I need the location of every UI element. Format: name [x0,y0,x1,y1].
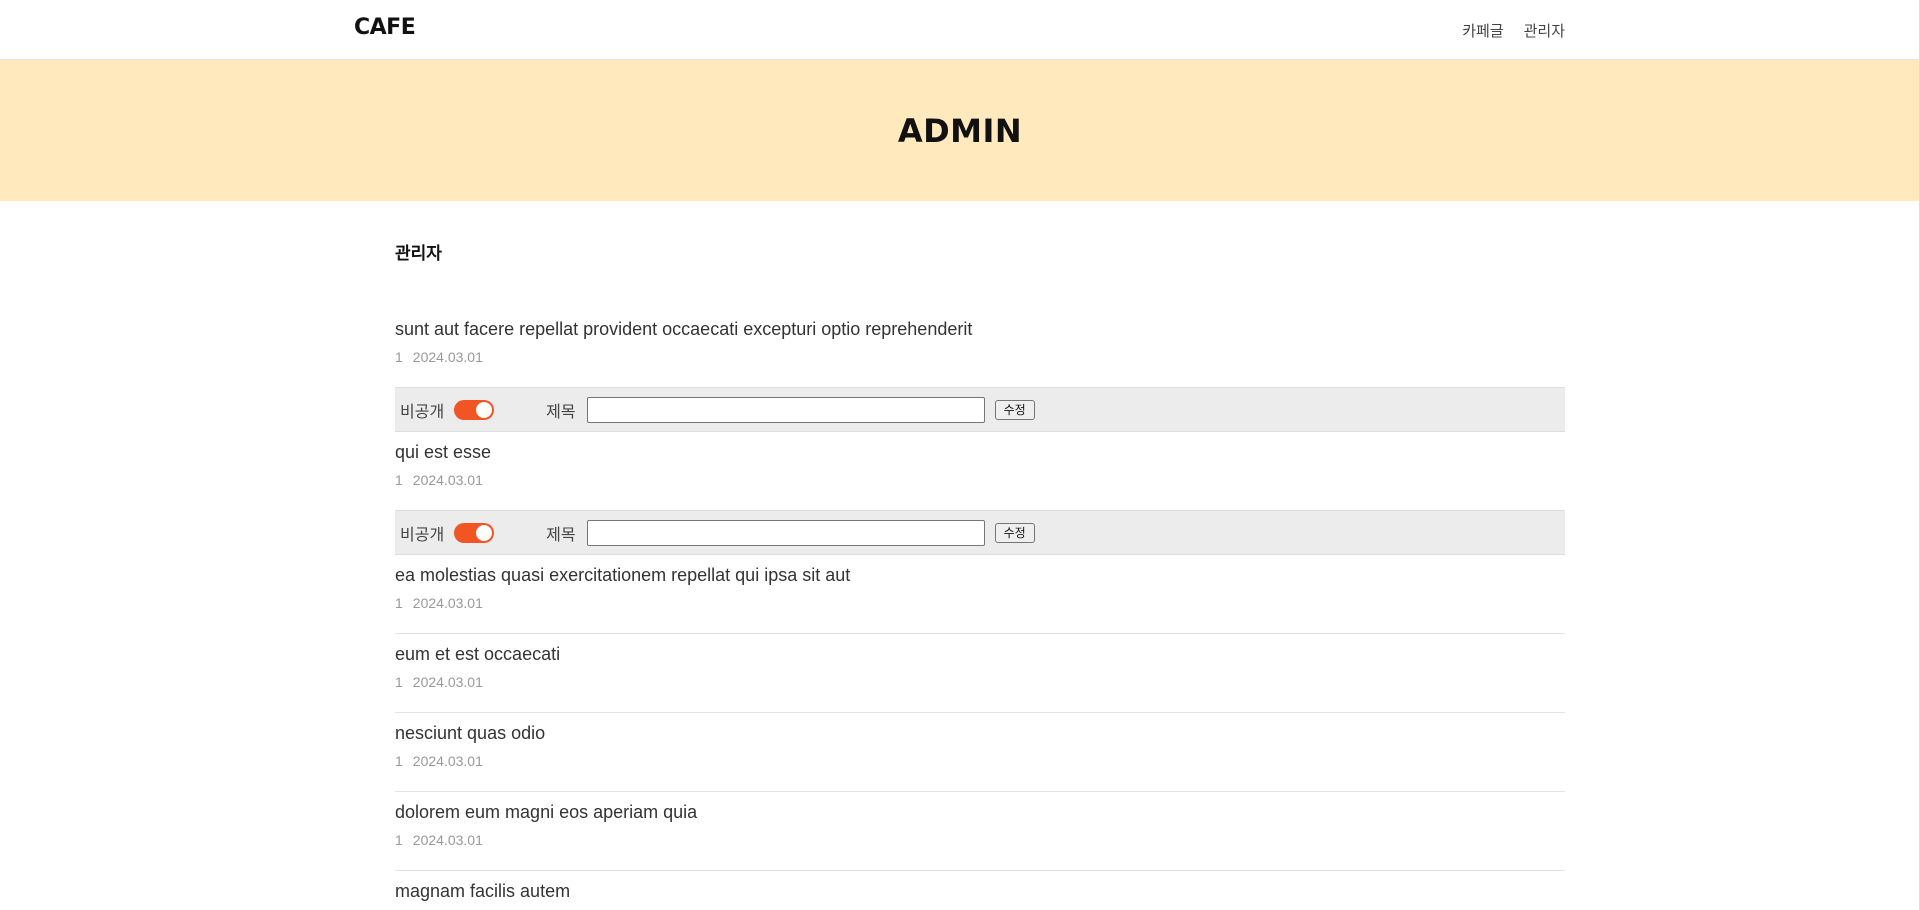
post-date: 2024.03.01 [412,674,483,690]
site-header: CAFE 카페글 관리자 [0,0,1920,60]
toggle-knob [476,401,493,418]
post-date: 2024.03.01 [412,753,483,769]
post-item[interactable]: eum et est occaecati 1 2024.03.01 [395,634,1565,713]
post-list: sunt aut facere repellat provident occae… [395,309,1565,910]
private-toggle[interactable] [454,399,495,420]
page: CAFE 카페글 관리자 ADMIN 관리자 sunt aut facere r… [0,0,1920,910]
page-banner: ADMIN [0,60,1920,201]
post-item[interactable]: dolorem eum magni eos aperiam quia 1 2024.… [395,792,1565,871]
post-meta: 1 2024.03.01 [395,674,1565,690]
post-date: 2024.03.01 [412,832,483,848]
private-toggle[interactable] [454,522,495,543]
title-input[interactable] [586,396,985,423]
title-label: 제목 [546,403,576,421]
post-title[interactable]: ea molestias quasi exercitationem repell… [395,555,1565,587]
post-author: 1 [395,349,403,365]
site-logo[interactable]: CAFE [354,15,416,40]
post-title[interactable]: sunt aut facere repellat provident occae… [395,309,1565,341]
post-item[interactable]: ea molestias quasi exercitationem repell… [395,555,1565,634]
post-item[interactable]: nesciunt quas odio 1 2024.03.01 [395,713,1565,792]
main-nav: 카페글 관리자 [1462,20,1565,41]
post-item[interactable]: qui est esse 1 2024.03.01 [395,432,1565,510]
post-meta: 1 2024.03.01 [395,753,1565,769]
post-title[interactable]: nesciunt quas odio [395,713,1565,745]
post-title[interactable]: dolorem eum magni eos aperiam quia [395,792,1565,824]
post-author: 1 [395,595,403,611]
private-label: 비공개 [400,403,445,421]
post-date: 2024.03.01 [412,349,483,365]
post-title[interactable]: qui est esse [395,432,1565,464]
post-date: 2024.03.01 [412,595,483,611]
post-title[interactable]: eum et est occaecati [395,634,1565,666]
post-date: 2024.03.01 [412,472,483,488]
post-title[interactable]: magnam facilis autem [395,871,1565,903]
post-meta: 1 2024.03.01 [395,349,1565,365]
nav-link-posts[interactable]: 카페글 [1462,20,1503,41]
post-edit-row: 비공개 제목 수정 [395,510,1565,555]
private-label: 비공개 [400,526,445,544]
post-author: 1 [395,832,403,848]
post-item[interactable]: sunt aut facere repellat provident occae… [395,309,1565,387]
post-edit-row: 비공개 제목 수정 [395,387,1565,432]
post-meta: 1 2024.03.01 [395,595,1565,611]
post-meta: 1 2024.03.01 [395,832,1565,848]
toggle-knob [476,524,493,541]
post-author: 1 [395,472,403,488]
post-author: 1 [395,674,403,690]
title-label: 제목 [546,526,576,544]
post-item[interactable]: magnam facilis autem12024.03.01 [395,871,1565,910]
section-title: 관리자 [395,244,442,263]
title-input[interactable] [586,519,985,546]
edit-submit-button[interactable]: 수정 [994,522,1035,543]
edit-submit-button[interactable]: 수정 [994,399,1035,420]
page-title: ADMIN [897,111,1023,150]
post-meta: 1 2024.03.01 [395,472,1565,488]
nav-link-admin[interactable]: 관리자 [1524,20,1565,41]
post-author: 1 [395,753,403,769]
admin-content: 관리자 sunt aut facere repellat provident o… [395,239,1565,910]
